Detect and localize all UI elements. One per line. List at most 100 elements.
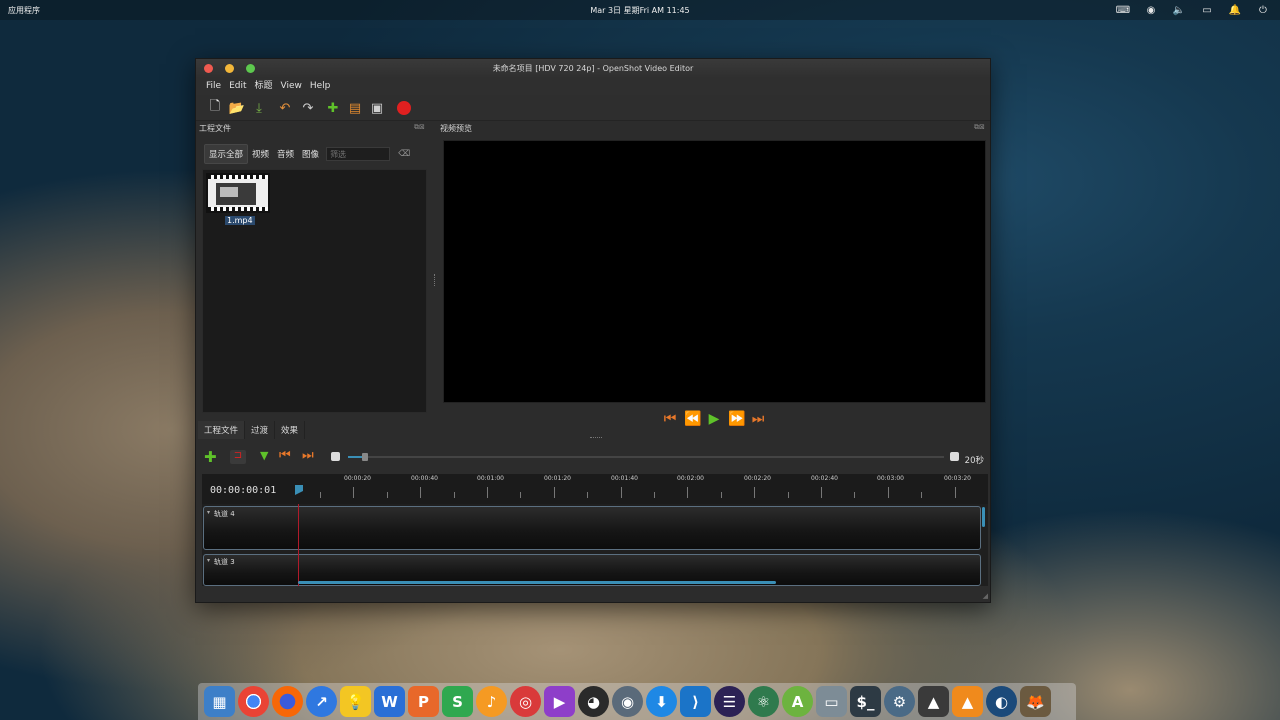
track-menu-icon[interactable]: ▾ (207, 509, 210, 516)
project-files-list[interactable]: 1.mp4 (202, 169, 427, 413)
file-thumbnail[interactable] (206, 173, 270, 213)
menu-file[interactable]: File (202, 78, 225, 95)
export-video-icon[interactable] (396, 100, 412, 116)
menu-help[interactable]: Help (306, 78, 335, 95)
zoom-slider-handle[interactable] (362, 453, 368, 461)
downloader-icon[interactable]: ⬇ (646, 686, 677, 717)
timeline-toolbar: ✚ ⊐ ▼ ⏮ ⏭ (196, 447, 990, 469)
jump-end-icon[interactable]: ⏭ (750, 411, 766, 427)
close-button[interactable] (204, 64, 213, 73)
wps-presentation-icon[interactable]: P (408, 686, 439, 717)
undo-icon[interactable]: ↶ (277, 100, 293, 116)
vlc-icon[interactable]: ▲ (952, 686, 983, 717)
track-name[interactable]: 轨道 4 (214, 509, 235, 519)
clock[interactable]: Mar 3日 星期Fri AM 11:45 (560, 5, 720, 16)
display-icon[interactable]: ▭ (1200, 3, 1214, 17)
vscode-icon[interactable]: ⟩ (680, 686, 711, 717)
steam-icon[interactable]: ◐ (986, 686, 1017, 717)
volume-icon[interactable]: 🔈 (1172, 3, 1186, 17)
gimp-icon[interactable]: 🦊 (1020, 686, 1051, 717)
new-project-icon[interactable]: 🗋 (207, 99, 223, 116)
app-launcher-icon[interactable]: ▦ (204, 686, 235, 717)
filter-audio[interactable]: 音频 (273, 145, 298, 163)
wps-spreadsheet-icon[interactable]: S (442, 686, 473, 717)
horizontal-splitter[interactable] (590, 437, 602, 439)
ruler-tick (687, 487, 689, 498)
clear-filter-icon[interactable]: ⌫ (394, 146, 414, 162)
notification-icon[interactable]: 🔔 (1228, 3, 1242, 17)
video-preview[interactable] (443, 140, 986, 403)
menu-title[interactable]: 标题 (251, 78, 277, 95)
ruler-tick (720, 492, 722, 498)
maximize-button[interactable] (246, 64, 255, 73)
applications-menu[interactable]: 应用程序 (8, 5, 40, 16)
tab-transitions[interactable]: 过渡 (245, 421, 276, 439)
keyboard-icon[interactable]: ⌨ (1116, 3, 1130, 17)
ruler-label: 00:01:00 (477, 475, 504, 482)
power-icon[interactable]: ⏻ (1256, 3, 1270, 17)
tab-effects[interactable]: 效果 (275, 421, 306, 439)
chrome-icon[interactable] (238, 686, 269, 717)
firefox-icon[interactable] (272, 686, 303, 717)
playhead-handle[interactable] (295, 485, 303, 495)
open-project-icon[interactable]: 📂 (229, 100, 245, 116)
track-name[interactable]: 轨道 3 (214, 557, 235, 567)
wps-writer-icon[interactable]: W (374, 686, 405, 717)
track-menu-icon[interactable]: ▾ (207, 557, 210, 564)
filter-show-all[interactable]: 显示全部 (204, 144, 249, 164)
menu-edit[interactable]: Edit (225, 78, 250, 95)
filter-input[interactable] (326, 147, 391, 161)
timeline-horizontal-scrollbar[interactable] (298, 581, 776, 584)
terminal-icon[interactable]: $_ (850, 686, 881, 717)
obs-icon[interactable]: ◕ (578, 686, 609, 717)
rewind-icon[interactable]: ⏪ (684, 411, 701, 427)
import-files-icon[interactable]: ✚ (325, 100, 341, 116)
timeline-ruler[interactable]: 00:00:00:01 00:00:20 00:00:40 00:01:00 0… (202, 474, 988, 504)
resize-grip-icon[interactable]: ◢ (983, 592, 988, 600)
fast-forward-icon[interactable]: ⏩ (728, 411, 745, 427)
play-icon[interactable]: ▶ (706, 411, 722, 427)
zoom-out-icon[interactable] (331, 452, 340, 461)
network-icon[interactable]: ◉ (1144, 3, 1158, 17)
timeline[interactable]: 00:00:00:01 00:00:20 00:00:40 00:01:00 0… (202, 474, 988, 586)
filter-video[interactable]: 视频 (248, 145, 273, 163)
ruler-tick (754, 487, 756, 498)
add-track-icon[interactable]: ✚ (204, 448, 217, 466)
eclipse-icon[interactable]: ☰ (714, 686, 745, 717)
file-name[interactable]: 1.mp4 (225, 216, 255, 225)
uget-icon[interactable]: ◉ (612, 686, 643, 717)
previous-marker-icon[interactable]: ⏮ (279, 448, 291, 463)
files-icon[interactable]: ▭ (816, 686, 847, 717)
tab-project-files[interactable]: 工程文件 (198, 421, 246, 439)
preview-float-icon[interactable]: ⧉⊠ (974, 123, 985, 132)
minimize-button[interactable] (225, 64, 234, 73)
zoom-slider[interactable] (348, 453, 944, 461)
next-marker-icon[interactable]: ⏭ (302, 448, 314, 463)
safari-icon[interactable]: ↗ (306, 686, 337, 717)
timeline-vertical-scrollbar[interactable] (982, 507, 985, 527)
ruler-label: 00:01:40 (611, 475, 638, 482)
menu-view[interactable]: View (277, 78, 306, 95)
track-4[interactable]: 轨道 4 ▾ (203, 506, 981, 550)
save-project-icon[interactable]: ⤓ (251, 100, 267, 116)
settings-icon[interactable]: ⚙ (884, 686, 915, 717)
snapping-icon[interactable]: ⊐ (230, 450, 246, 464)
video-player-icon[interactable]: ▶ (544, 686, 575, 717)
top-panel: 应用程序 Mar 3日 星期Fri AM 11:45 ⌨ ◉ 🔈 ▭ 🔔 ⏻ (0, 0, 1280, 20)
music-icon[interactable]: ♪ (476, 686, 507, 717)
idea-icon[interactable]: 💡 (340, 686, 371, 717)
playhead-line[interactable] (298, 504, 299, 586)
atom-icon[interactable]: ⚛ (748, 686, 779, 717)
vertical-splitter[interactable] (434, 274, 436, 286)
redo-icon[interactable]: ↷ (300, 100, 316, 116)
panel-float-icon[interactable]: ⧉⊠ (414, 123, 425, 132)
fullscreen-icon[interactable]: ▣ (369, 100, 385, 116)
choose-profile-icon[interactable]: ▤ (347, 100, 363, 116)
add-marker-icon[interactable]: ▼ (260, 449, 268, 462)
android-studio-icon[interactable]: A (782, 686, 813, 717)
inkscape-icon[interactable]: ▲ (918, 686, 949, 717)
zoom-in-icon[interactable] (950, 452, 959, 461)
jump-start-icon[interactable]: ⏮ (662, 411, 678, 427)
netease-music-icon[interactable]: ◎ (510, 686, 541, 717)
filter-image[interactable]: 图像 (298, 145, 323, 163)
